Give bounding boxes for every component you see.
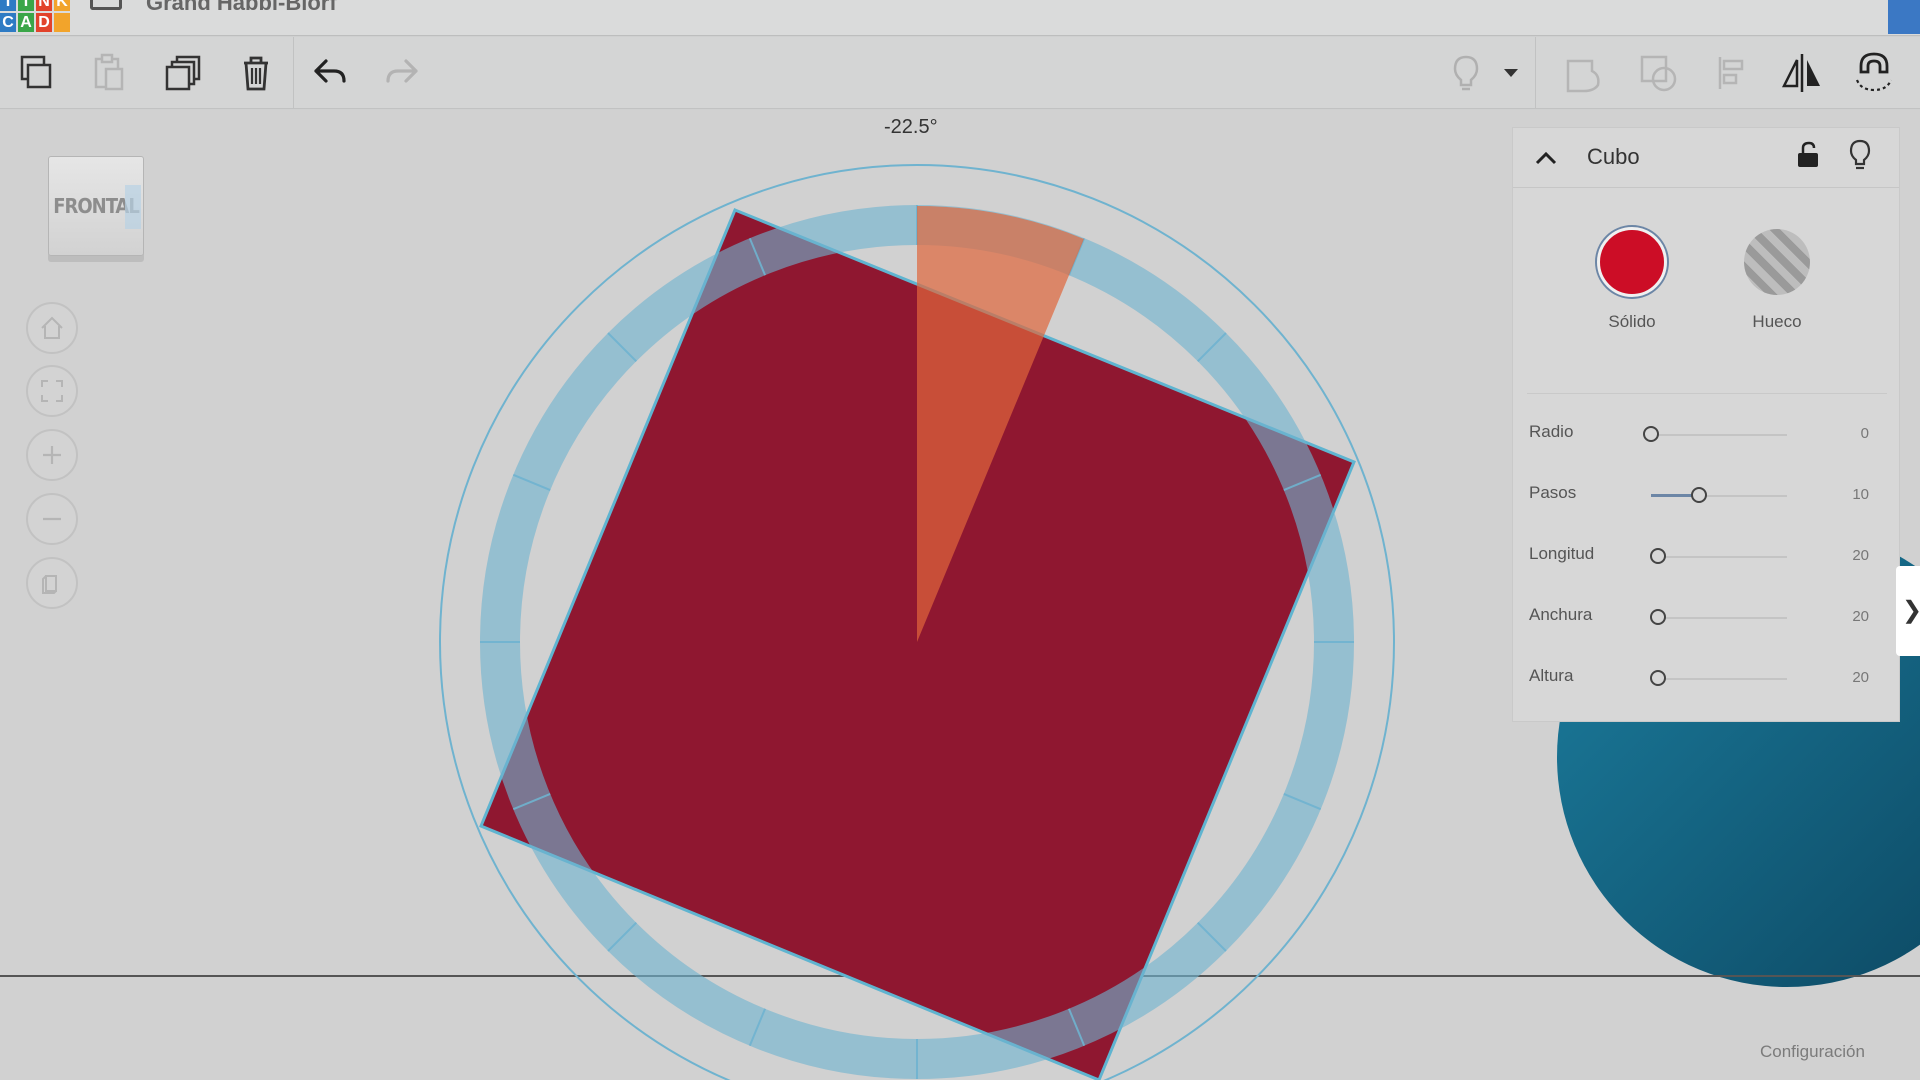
- perspective-icon: [42, 575, 57, 594]
- view-cube-side: [125, 185, 141, 229]
- solid-color-swatch[interactable]: [1597, 227, 1667, 297]
- fit-view-icon: [41, 380, 63, 402]
- param-track[interactable]: [1651, 678, 1787, 680]
- perspective-button[interactable]: [26, 557, 78, 609]
- inspector-title: Cubo: [1587, 144, 1640, 169]
- home-icon: [41, 316, 63, 339]
- param-slider-knob[interactable]: [1649, 670, 1666, 686]
- settings-link[interactable]: Configuración: [1760, 1042, 1865, 1062]
- zoom-in-icon: [43, 446, 61, 464]
- param-value[interactable]: 0: [1861, 425, 1869, 442]
- param-label: Longitud: [1529, 544, 1595, 563]
- lightbulb-icon[interactable]: [1847, 138, 1873, 172]
- hollow-swatch[interactable]: [1744, 229, 1810, 295]
- rotation-angle-label: -22.5°: [884, 116, 938, 138]
- view-cube[interactable]: FRONTAL: [48, 156, 144, 256]
- param-label: Radio: [1529, 422, 1574, 441]
- shape-inspector: Cubo Sólido Hueco Radio 0 Pasos 10 Longi…: [1512, 127, 1900, 722]
- param-value[interactable]: 20: [1852, 547, 1869, 564]
- param-slider-knob[interactable]: [1690, 487, 1707, 503]
- zoom-in-button[interactable]: [26, 429, 78, 481]
- param-label: Pasos: [1529, 483, 1577, 502]
- panel-collapse-handle[interactable]: ❯: [1896, 566, 1920, 656]
- zoom-out-icon: [43, 517, 61, 521]
- param-label: Altura: [1529, 666, 1574, 685]
- inspector-divider: [1527, 393, 1887, 394]
- solid-label: Sólido: [1608, 312, 1656, 331]
- param-label: Anchura: [1529, 605, 1593, 624]
- param-track[interactable]: [1651, 434, 1787, 436]
- inspector-header: Cubo: [1513, 128, 1899, 188]
- zoom-out-button[interactable]: [26, 493, 78, 545]
- param-slider-knob[interactable]: [1649, 609, 1666, 625]
- hollow-label: Hueco: [1752, 312, 1802, 331]
- unlock-icon[interactable]: [1795, 140, 1821, 170]
- fit-view-button[interactable]: [26, 365, 78, 417]
- chevron-right-icon: ❯: [1902, 596, 1920, 625]
- param-slider-knob[interactable]: [1643, 426, 1659, 442]
- param-track[interactable]: [1651, 556, 1787, 558]
- param-slider-knob[interactable]: [1649, 548, 1666, 564]
- param-value[interactable]: 20: [1852, 669, 1869, 686]
- param-value[interactable]: 10: [1852, 486, 1869, 503]
- param-value[interactable]: 20: [1852, 608, 1869, 625]
- home-view-button[interactable]: [26, 302, 78, 354]
- chevron-up-icon[interactable]: [1533, 146, 1559, 170]
- param-track[interactable]: [1651, 617, 1787, 619]
